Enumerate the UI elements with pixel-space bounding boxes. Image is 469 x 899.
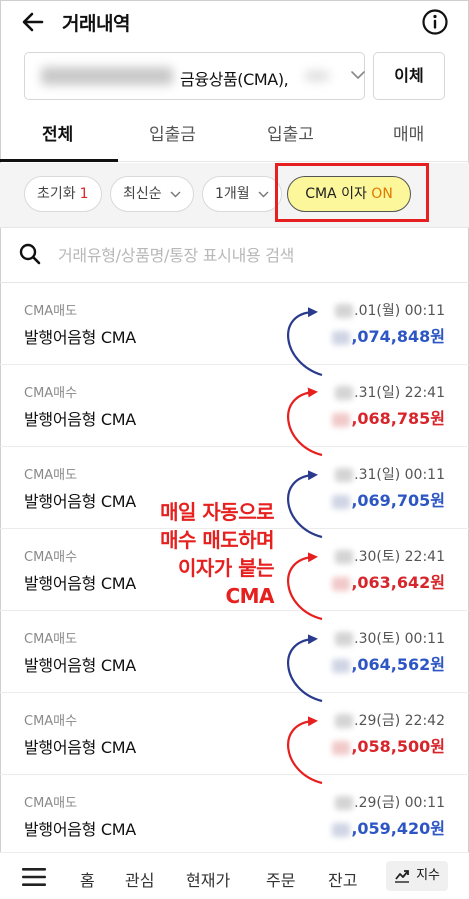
transaction-date: .31(일) 22:41 [335, 382, 445, 402]
index-label: 지수 [416, 868, 440, 883]
reset-filter-chip[interactable]: 초기화 1 [24, 176, 102, 212]
masked-amount [332, 412, 351, 427]
tab-deposit-withdraw[interactable]: 입출금 [149, 120, 196, 145]
product-name: 발행어음형 CMA [24, 738, 136, 757]
period-filter-chip[interactable]: 1개월 [202, 176, 283, 212]
tab-trade[interactable]: 매매 [393, 120, 424, 145]
filter-bar: 초기화 1 최신순 1개월 CMA 이자 ON [0, 163, 469, 228]
annotation-line: 매수 매도하며 [160, 528, 274, 552]
nav-order[interactable]: 주문 [266, 867, 295, 891]
annotation-line: 매일 자동으로 [160, 500, 274, 524]
reset-count-badge: 1 [79, 186, 89, 202]
chevron-down-icon [351, 71, 365, 79]
transaction-type: CMA매도 [24, 468, 78, 483]
annotation-callout: 매일 자동으로 매수 매도하며 이자가 붙는 CMA [130, 498, 274, 610]
account-product-label: 금융상품(CMA), [180, 70, 289, 89]
search-bar [0, 228, 469, 283]
masked-account-owner [305, 71, 329, 81]
masked-date [335, 468, 354, 482]
search-input[interactable] [58, 238, 448, 272]
masked-date [335, 632, 354, 646]
nav-watchlist[interactable]: 관심 [125, 867, 154, 891]
product-name: 발행어음형 CMA [24, 492, 136, 511]
masked-date [335, 550, 354, 564]
product-name: 발행어음형 CMA [24, 574, 136, 593]
chevron-down-icon [170, 191, 181, 198]
annotation-line: 이자가 붙는 [178, 556, 274, 580]
active-tab-indicator [0, 159, 118, 162]
sort-label: 최신순 [123, 186, 162, 202]
masked-date [335, 386, 354, 400]
masked-amount [332, 576, 351, 591]
masked-date [335, 714, 354, 728]
masked-amount [332, 822, 351, 837]
page-title: 거래내역 [62, 13, 130, 35]
transaction-row[interactable]: CMA매수 발행어음형 CMA .29(금) 22:42 ,058,500원 [0, 693, 469, 775]
transaction-type: CMA매도 [24, 304, 78, 319]
masked-amount [332, 658, 351, 673]
account-selector[interactable]: 금융상품(CMA), [24, 52, 365, 100]
nav-home[interactable]: 홈 [80, 867, 95, 891]
trend-chart-icon [395, 870, 409, 883]
nav-current-price[interactable]: 현재가 [186, 867, 230, 891]
index-button[interactable]: 지수 [386, 861, 448, 891]
transaction-type: CMA매도 [24, 632, 78, 647]
transaction-row[interactable]: CMA매수 발행어음형 CMA .31(일) 22:41 ,068,785원 [0, 365, 469, 447]
info-button[interactable] [420, 7, 450, 37]
info-circle-icon [422, 9, 448, 35]
transaction-date: .30(토) 00:11 [335, 628, 445, 648]
transaction-type: CMA매수 [24, 386, 78, 401]
masked-amount [332, 330, 351, 345]
cma-interest-toggle[interactable]: CMA 이자 ON [287, 176, 411, 212]
masked-amount [332, 740, 351, 755]
hamburger-menu-icon[interactable] [22, 866, 46, 888]
transaction-amount: ,058,500원 [332, 733, 445, 757]
cma-interest-label: CMA 이자 [305, 186, 367, 202]
transaction-date: .01(월) 00:11 [335, 300, 445, 320]
masked-date [335, 304, 354, 318]
product-name: 발행어음형 CMA [24, 410, 136, 429]
transaction-row[interactable]: CMA매도 발행어음형 CMA .01(월) 00:11 ,074,848원 [0, 283, 469, 365]
sort-filter-chip[interactable]: 최신순 [110, 176, 195, 212]
transaction-type: CMA매수 [24, 550, 78, 565]
transaction-date: .29(금) 22:42 [335, 710, 445, 730]
transaction-date: .31(일) 00:11 [335, 464, 445, 484]
transaction-amount: ,074,848원 [332, 323, 445, 347]
product-name: 발행어음형 CMA [24, 656, 136, 675]
transaction-date: .29(금) 00:11 [335, 792, 445, 812]
masked-account-number [41, 67, 173, 85]
transaction-date: .30(토) 22:41 [335, 546, 445, 566]
masked-amount [332, 494, 351, 509]
search-icon [19, 243, 41, 265]
tab-bar: 전체 입출금 입출고 매매 [0, 108, 469, 162]
back-button[interactable] [18, 7, 48, 37]
transaction-amount: ,059,420원 [332, 815, 445, 839]
reset-label: 초기화 [37, 186, 76, 202]
transaction-type: CMA매수 [24, 714, 78, 729]
transaction-amount: ,063,642원 [332, 569, 445, 593]
transaction-type: CMA매도 [24, 796, 78, 811]
transaction-amount: ,064,562원 [332, 651, 445, 675]
annotation-line: CMA [225, 584, 274, 608]
product-name: 발행어음형 CMA [24, 328, 136, 347]
transaction-row[interactable]: CMA매도 발행어음형 CMA .30(토) 00:11 ,064,562원 [0, 611, 469, 693]
transfer-button[interactable]: 이체 [373, 52, 445, 100]
product-name: 발행어음형 CMA [24, 820, 136, 839]
period-label: 1개월 [215, 186, 250, 202]
arrow-left-icon [22, 12, 44, 32]
transaction-amount: ,069,705원 [332, 487, 445, 511]
transaction-amount: ,068,785원 [332, 405, 445, 429]
cma-interest-state: ON [371, 186, 393, 202]
tab-all[interactable]: 전체 [42, 120, 73, 145]
chevron-down-icon [258, 191, 269, 198]
tab-stock-in-out[interactable]: 입출고 [267, 120, 314, 145]
app-header: 거래내역 [0, 0, 469, 44]
nav-balance[interactable]: 잔고 [328, 867, 357, 891]
masked-date [335, 796, 354, 810]
bottom-navigation: 홈 관심 현재가 주문 잔고 지수 [0, 852, 469, 899]
cma-interest-highlight: CMA 이자 ON [275, 163, 429, 222]
transaction-row[interactable]: CMA매도 발행어음형 CMA .29(금) 00:11 ,059,420원 [0, 775, 469, 843]
